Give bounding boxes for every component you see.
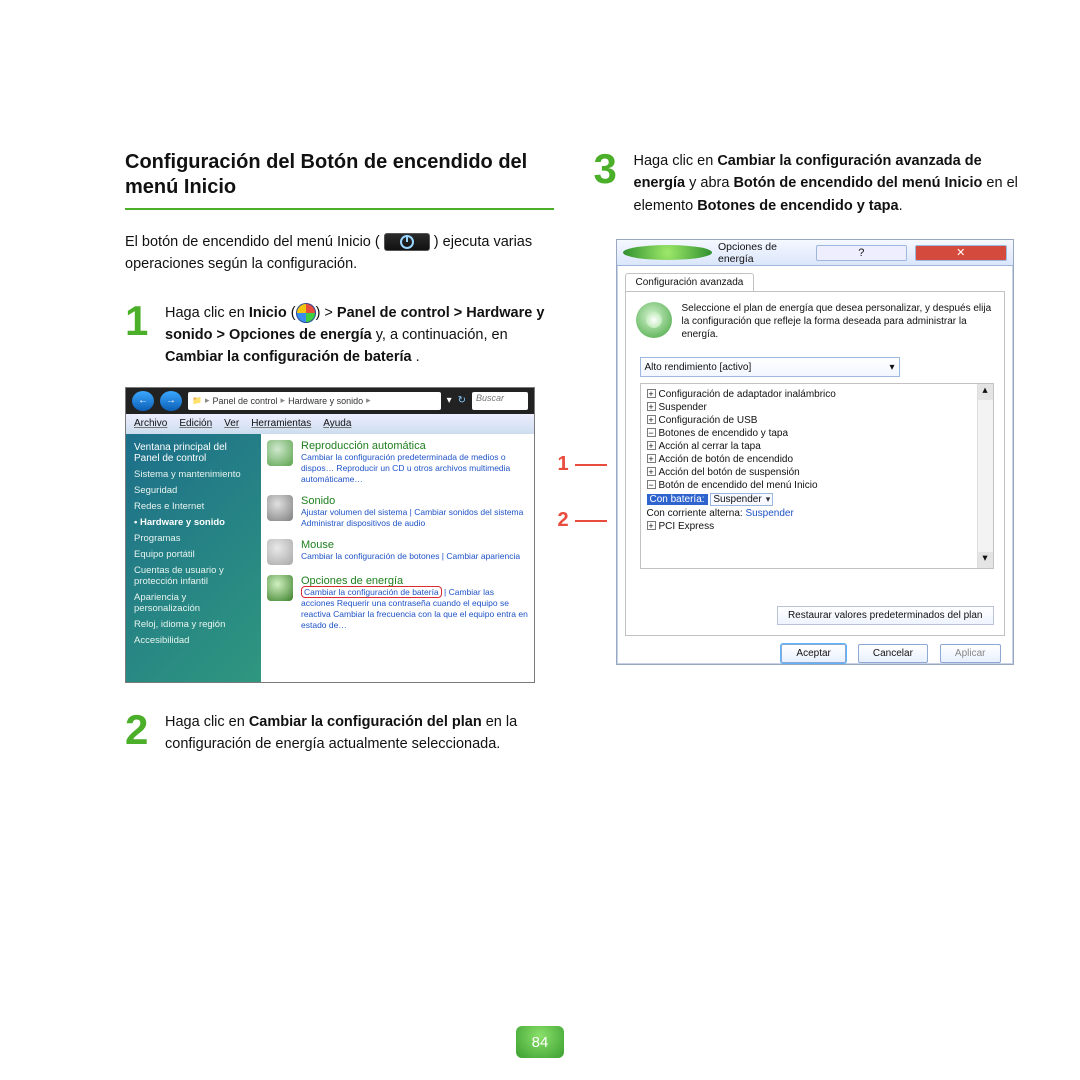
cat-sound[interactable]: Sonido <box>301 495 528 507</box>
cat-mouse[interactable]: Mouse <box>301 539 520 551</box>
page-number: 84 <box>516 1026 564 1058</box>
intro-pre: El botón de encendido del menú Inicio ( <box>125 234 380 250</box>
close-button[interactable]: ✕ <box>915 245 1007 261</box>
tree-buttons-and-lid: −Botones de encendido y tapa <box>647 427 993 440</box>
section-title: Configuración del Botón de encendido del… <box>125 150 554 200</box>
cat-autoplay[interactable]: Reproducción automática <box>301 440 528 452</box>
sidebar-item-hardware: Hardware y sonido <box>134 517 253 528</box>
apply-button[interactable]: Aplicar <box>940 644 1001 663</box>
scrollbar[interactable]: ▴▾ <box>977 384 993 568</box>
dialog-titlebar: Opciones de energía ? ✕ <box>617 240 1013 266</box>
cp-sidebar[interactable]: Ventana principal del Panel de control S… <box>126 434 261 683</box>
start-orb-icon <box>296 303 316 323</box>
dialog-description: Seleccione el plan de energía que desea … <box>682 302 994 341</box>
step-1-number: 1 <box>125 302 155 369</box>
step-1-text: Haga clic en Inicio () > Panel de contro… <box>165 302 554 369</box>
help-button[interactable]: ? <box>816 245 908 261</box>
sound-icon <box>267 495 293 521</box>
mouse-icon <box>267 539 293 565</box>
ok-button[interactable]: Aceptar <box>781 644 845 663</box>
step-2-text: Haga clic en Cambiar la configuración de… <box>165 711 554 756</box>
cp-menubar[interactable]: ArchivoEdiciónVerHerramientasAyuda <box>126 414 534 434</box>
tree-start-menu-power: −Botón de encendido del menú Inicio <box>647 479 993 492</box>
step-3-text: Haga clic en Cambiar la configuración av… <box>634 150 1023 217</box>
tree-on-battery: Con batería: Suspender <box>647 492 993 507</box>
autoplay-icon <box>267 440 293 466</box>
settings-tree[interactable]: ▴▾ +Configuración de adaptador inalámbri… <box>640 383 994 569</box>
plan-select[interactable]: Alto rendimiento [activo]▾ <box>640 357 900 377</box>
dialog-title: Opciones de energía <box>718 241 808 265</box>
cp-main: Reproducción automática Cambiar la confi… <box>261 434 534 683</box>
step-2-number: 2 <box>125 711 155 756</box>
back-button[interactable]: ← <box>132 391 154 411</box>
link-change-battery-config: Cambiar la configuración de batería <box>301 586 442 598</box>
step-3-number: 3 <box>594 150 624 217</box>
forward-button[interactable]: → <box>160 391 182 411</box>
control-panel-screenshot: ← → 📁 ▸ Panel de control ▸ Hardware y so… <box>125 387 535 683</box>
on-battery-select[interactable]: Suspender <box>710 493 773 506</box>
cp-toolbar: ← → 📁 ▸ Panel de control ▸ Hardware y so… <box>126 388 534 414</box>
search-input[interactable]: Buscar <box>472 392 528 410</box>
intro-text: El botón de encendido del menú Inicio ( … <box>125 232 554 276</box>
power-options-dialog: Opciones de energía ? ✕ Configuración av… <box>616 239 1014 665</box>
callout-2: 2 <box>558 509 607 532</box>
tab-advanced[interactable]: Configuración avanzada <box>625 273 755 291</box>
section-rule <box>125 208 554 210</box>
callout-1: 1 <box>558 453 607 476</box>
power-button-icon <box>384 233 430 251</box>
cancel-button[interactable]: Cancelar <box>858 644 928 663</box>
power-icon <box>267 575 293 601</box>
restore-defaults-button[interactable]: Restaurar valores predeterminados del pl… <box>777 606 994 625</box>
address-bar[interactable]: 📁 ▸ Panel de control ▸ Hardware y sonido… <box>188 392 441 410</box>
dialog-icon <box>623 245 713 260</box>
plan-icon <box>636 302 672 338</box>
tree-on-ac: Con corriente alterna: Suspender <box>647 507 993 520</box>
